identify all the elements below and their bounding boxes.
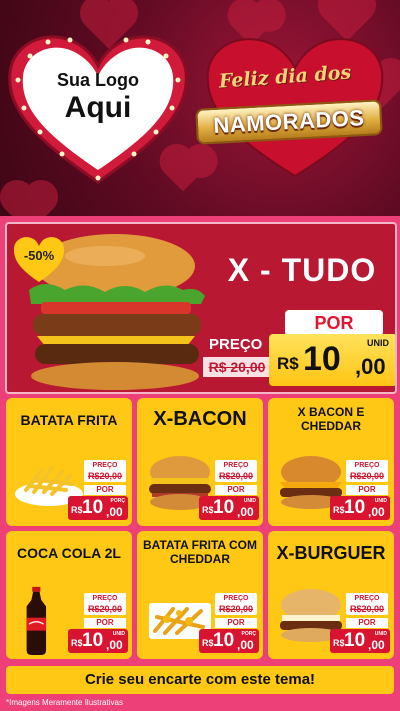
currency: R$ [202,638,214,648]
featured-product[interactable]: -50% X - TUDO POR PREÇO R$ 20,00 R$ 10 ,… [5,222,397,394]
price-integer: 10 [213,630,235,651]
price-decimal: ,00 [106,505,123,519]
unit-label: UNID [374,498,387,504]
price-integer: 10 [82,497,104,518]
price-decimal: ,00 [237,638,254,652]
product-card[interactable]: BATATA FRITA PREÇO R$20,00 POR R$ 10 ,00… [6,398,132,526]
price-tag: R$ 10 ,00 UNID [68,629,128,653]
product-name: X BACON E CHEDDAR [297,405,365,433]
product-card[interactable]: X-BURGUER PREÇO R$20,00 POR R$ 10 ,00 UN… [268,531,394,659]
product-card[interactable]: COCA COLA 2L PREÇO R$20,00 POR R$ 10 ,00… [6,531,132,659]
unit-label: PORÇ [110,498,125,504]
header-banner: Sua Logo Aqui Feliz dia dos NAMORADOS [0,0,400,216]
old-price-box: PREÇO R$20,00 [84,593,126,615]
old-price: R$20,00 [87,604,123,614]
price-integer: 10 [213,497,235,518]
preco-label: PREÇO [92,595,118,602]
product-name: X-BACON [153,408,247,430]
old-price-box: PREÇO R$20,00 [84,460,126,482]
unit-label: UNID [367,338,389,348]
discount-badge: -50% [23,248,55,263]
logo-placeholder: Sua Logo Aqui [0,22,196,192]
product-card[interactable]: X BACON E CHEDDAR PREÇO R$20,00 POR R$ 1… [268,398,394,526]
price-decimal: ,00 [368,505,385,519]
old-price-box: PREÇO R$20,00 [346,460,388,482]
old-price: R$20,00 [349,471,385,481]
old-price-box: PREÇO R$ 20,00 [203,336,271,384]
por-label: POR [84,485,126,495]
old-price: R$20,00 [218,604,254,614]
price-integer: 10 [82,630,104,651]
price-integer: 10 [344,497,366,518]
por-label: POR [346,618,388,628]
preco-label: PREÇO [92,462,118,469]
unit-label: UNID [243,498,256,504]
por-label: POR [285,310,383,336]
product-card[interactable]: BATATA FRITA COM CHEDDAR PREÇO R$20,00 P… [137,531,263,659]
por-label: POR [84,618,126,628]
old-price: R$ 20,00 [203,357,271,377]
por-label: POR [215,485,257,495]
old-price-box: PREÇO R$20,00 [215,593,257,615]
currency: R$ [202,505,214,515]
logo-text: Sua Logo Aqui [0,70,196,125]
currency: R$ [333,638,345,648]
price-decimal: ,00 [106,638,123,652]
product-name: BATATA FRITA [20,412,118,428]
old-price: R$20,00 [87,471,123,481]
price-tag: R$ 10 ,00 PORÇ [199,629,259,653]
unit-label: UNID [374,631,387,637]
logo-line-1: Sua Logo [57,70,139,90]
price-tag: R$ 10 ,00 UNID [199,496,259,520]
currency: R$ [333,505,345,515]
cta-banner[interactable]: Crie seu encarte com este tema! [6,666,394,694]
old-price-box: PREÇO R$20,00 [215,460,257,482]
product-name: X-BURGUER [276,543,386,563]
price-tag: R$ 10 ,00 UNID [269,334,395,386]
price-decimal: ,00 [237,505,254,519]
unit-label: UNID [112,631,125,637]
old-price-box: PREÇO R$20,00 [346,593,388,615]
occasion-text: NAMORADOS [212,105,366,138]
old-price: R$20,00 [349,604,385,614]
price-tag: R$ 10 ,00 UNID [330,496,390,520]
product-name: COCA COLA 2L [17,545,121,561]
soda-bottle-icon [26,586,47,655]
por-label: POR [346,485,388,495]
currency: R$ [277,354,299,373]
price-tag: R$ 10 ,00 PORÇ [68,496,128,520]
price-decimal: ,00 [355,354,386,379]
disclaimer-text: *Imagens Meramente Ilustrativas [6,698,123,707]
preco-label: PREÇO [209,336,263,353]
preco-label: PREÇO [354,462,380,469]
product-card[interactable]: X-BACON PREÇO R$20,00 POR R$ 10 ,00 UNID [137,398,263,526]
logo-line-2: Aqui [64,91,132,124]
price-integer: 10 [303,340,341,378]
price-tag: R$ 10 ,00 UNID [330,629,390,653]
product-name: BATATA FRITA COM CHEDDAR [143,538,257,566]
preco-label: PREÇO [223,462,249,469]
price-decimal: ,00 [368,638,385,652]
featured-title: X - TUDO [227,252,377,288]
old-price: R$20,00 [218,471,254,481]
preco-label: PREÇO [223,595,249,602]
preco-label: PREÇO [354,595,380,602]
por-label: POR [215,618,257,628]
currency: R$ [71,505,83,515]
currency: R$ [71,638,83,648]
price-integer: 10 [344,630,366,651]
unit-label: PORÇ [241,631,256,637]
